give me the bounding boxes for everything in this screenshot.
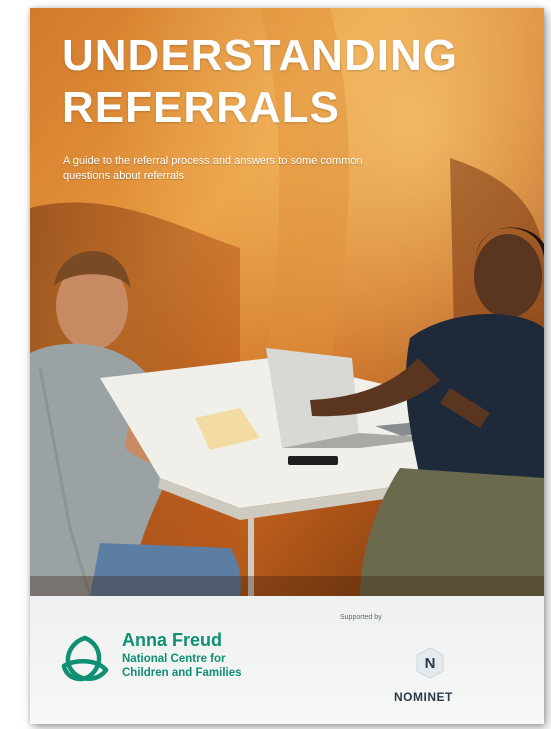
org-subtitle-line-2: Children and Families bbox=[122, 667, 242, 679]
document-title: UNDERSTANDING REFERRALS bbox=[62, 30, 458, 134]
anna-freud-logo-icon bbox=[61, 635, 109, 682]
document-cover: UNDERSTANDING REFERRALS A guide to the r… bbox=[30, 8, 544, 724]
nominet-logo-letter: N bbox=[425, 655, 436, 672]
nominet-logo-icon: N bbox=[416, 647, 444, 679]
document-subtitle: A guide to the referral process and answ… bbox=[63, 155, 363, 182]
supported-by-label: Supported by bbox=[340, 614, 382, 621]
sponsor-wordmark: NOMINET bbox=[394, 690, 453, 704]
org-name: Anna Freud bbox=[122, 630, 223, 650]
cover-footer: Anna Freud National Centre for Children … bbox=[30, 596, 544, 724]
org-subtitle-line-1: National Centre for bbox=[122, 653, 226, 665]
org-subtitle: National Centre for Children and Familie… bbox=[122, 652, 242, 680]
title-line-2: REFERRALS bbox=[62, 83, 340, 132]
title-line-1: UNDERSTANDING bbox=[62, 31, 458, 80]
